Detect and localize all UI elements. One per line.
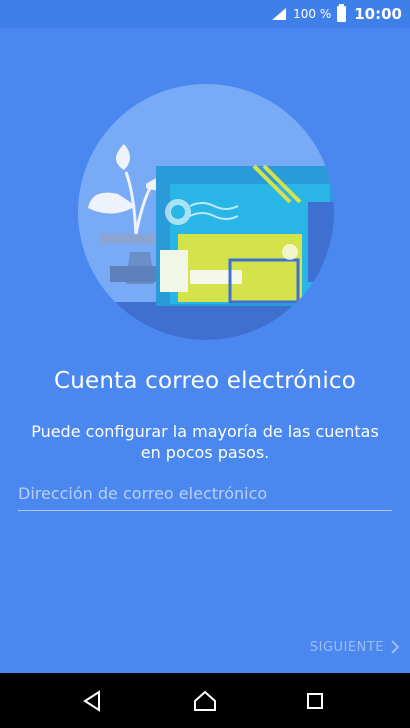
battery-icon bbox=[337, 4, 347, 22]
main-content: Cuenta correo electrónico Puede configur… bbox=[0, 28, 410, 673]
home-button[interactable] bbox=[175, 673, 235, 728]
email-field-wrapper bbox=[18, 480, 392, 511]
next-button[interactable]: SIGUIENTE bbox=[310, 635, 400, 659]
signal-icon bbox=[272, 8, 287, 20]
page-title: Cuenta correo electrónico bbox=[53, 368, 357, 394]
back-button[interactable] bbox=[62, 673, 122, 728]
status-icons: 100 % 10:00 bbox=[271, 0, 402, 28]
status-bar: 100 % 10:00 bbox=[0, 0, 410, 28]
clock: 10:00 bbox=[354, 5, 402, 23]
recents-button[interactable] bbox=[285, 673, 345, 728]
navigation-bar bbox=[0, 673, 410, 728]
recents-icon bbox=[307, 692, 323, 709]
page-subtitle: Puede configurar la mayoría de las cuent… bbox=[31, 422, 379, 462]
next-button-label: SIGUIENTE bbox=[309, 639, 384, 655]
email-field[interactable] bbox=[18, 480, 392, 511]
home-icon bbox=[194, 690, 216, 711]
battery-percent: 100 % bbox=[293, 7, 332, 21]
back-icon bbox=[83, 689, 100, 712]
chevron-right-icon bbox=[391, 640, 400, 654]
email-illustration bbox=[78, 84, 334, 340]
